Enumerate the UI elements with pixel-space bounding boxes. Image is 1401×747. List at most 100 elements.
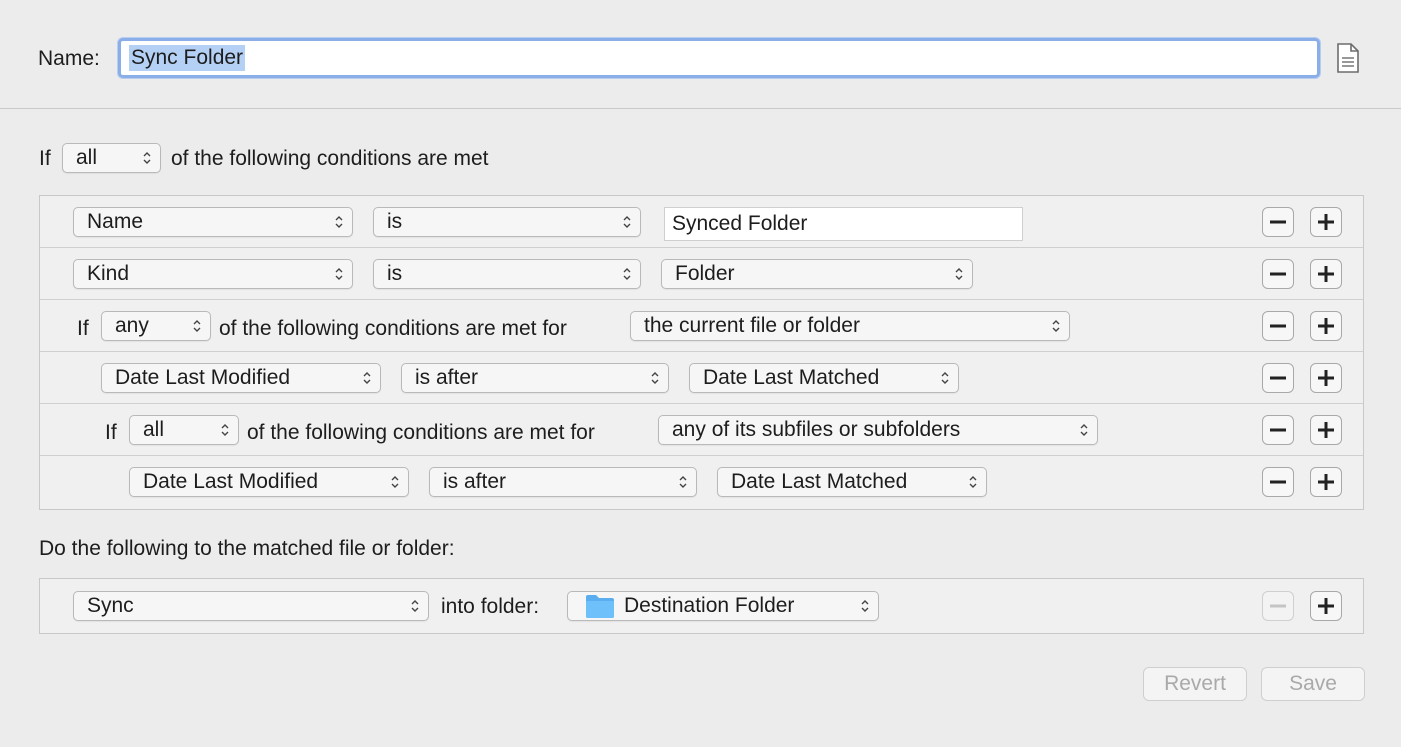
plus-icon (1318, 370, 1334, 386)
add-condition-button[interactable] (1310, 259, 1342, 289)
target-popup[interactable]: any of its subfiles or subfolders (658, 415, 1098, 445)
action-type-popup-value: Sync (87, 594, 134, 617)
condition-group-row: If any of the following conditions are m… (40, 300, 1363, 352)
field-popup-value: Name (87, 210, 144, 233)
minus-icon (1270, 480, 1286, 484)
match-all-popup[interactable]: all (62, 143, 161, 173)
plus-icon (1318, 598, 1334, 614)
conditions-suffix-label: of the following conditions are met (171, 147, 489, 170)
add-condition-button[interactable] (1310, 467, 1342, 497)
value-popup[interactable]: Date Last Matched (717, 467, 987, 497)
field-popup[interactable]: Kind (73, 259, 353, 289)
condition-row: Kind is Folder (40, 248, 1363, 300)
group-if-label: If (105, 421, 117, 444)
match-any-popup[interactable]: any (101, 311, 211, 341)
minus-icon (1270, 604, 1286, 608)
chevron-updown-icon (335, 216, 343, 228)
add-condition-button[interactable] (1310, 311, 1342, 341)
remove-condition-button[interactable] (1262, 467, 1294, 497)
actions-list: Sync into folder: Destination Folder (39, 578, 1364, 634)
field-popup-value: Kind (87, 262, 130, 285)
remove-condition-button[interactable] (1262, 311, 1294, 341)
chevron-updown-icon (955, 268, 963, 280)
add-action-button[interactable] (1310, 591, 1342, 621)
value-popup-value: Folder (675, 262, 735, 285)
conditions-list: Name is Synced Folder Kind is Folder If … (39, 195, 1364, 510)
field-popup[interactable]: Name (73, 207, 353, 237)
minus-icon (1270, 220, 1286, 224)
operator-popup-value: is after (415, 366, 479, 389)
chevron-updown-icon (969, 476, 977, 488)
remove-condition-button[interactable] (1262, 207, 1294, 237)
save-button[interactable]: Save (1261, 667, 1365, 701)
destination-folder-popup[interactable]: Destination Folder (567, 591, 879, 621)
value-input-text: Synced Folder (672, 212, 808, 235)
add-condition-button[interactable] (1310, 207, 1342, 237)
plus-icon (1318, 422, 1334, 438)
operator-popup[interactable]: is after (429, 467, 697, 497)
value-input[interactable]: Synced Folder (664, 207, 1023, 241)
chevron-updown-icon (623, 216, 631, 228)
remove-condition-button[interactable] (1262, 415, 1294, 445)
field-popup-value: Date Last Modified (143, 470, 319, 493)
action-type-popup[interactable]: Sync (73, 591, 429, 621)
condition-row: Date Last Modified is after Date Last Ma… (40, 352, 1363, 404)
operator-popup[interactable]: is after (401, 363, 669, 393)
value-popup-value: Date Last Matched (703, 366, 880, 389)
chevron-updown-icon (363, 372, 371, 384)
actions-header: Do the following to the matched file or … (39, 537, 455, 560)
chevron-updown-icon (335, 268, 343, 280)
add-condition-button[interactable] (1310, 415, 1342, 445)
target-popup[interactable]: the current file or folder (630, 311, 1070, 341)
field-popup-value: Date Last Modified (115, 366, 291, 389)
remove-action-button[interactable] (1262, 591, 1294, 621)
chevron-updown-icon (1080, 424, 1088, 436)
value-popup[interactable]: Folder (661, 259, 973, 289)
name-input[interactable]: Sync Folder (118, 38, 1320, 78)
plus-icon (1318, 474, 1334, 490)
chevron-updown-icon (143, 152, 151, 164)
remove-condition-button[interactable] (1262, 363, 1294, 393)
header-divider (0, 108, 1401, 109)
remove-condition-button[interactable] (1262, 259, 1294, 289)
target-popup-value: the current file or folder (644, 314, 860, 337)
minus-icon (1270, 324, 1286, 328)
revert-button[interactable]: Revert (1143, 667, 1247, 701)
match-all-popup-value: all (143, 418, 165, 441)
match-any-popup-value: any (115, 314, 149, 337)
chevron-updown-icon (941, 372, 949, 384)
plus-icon (1318, 214, 1334, 230)
chevron-updown-icon (221, 424, 229, 436)
match-all-popup-value: all (76, 146, 98, 169)
minus-icon (1270, 272, 1286, 276)
chevron-updown-icon (651, 372, 659, 384)
condition-group-row: If all of the following conditions are m… (40, 404, 1363, 456)
condition-row: Name is Synced Folder (40, 196, 1363, 248)
document-icon[interactable] (1336, 43, 1360, 73)
name-input-value: Sync Folder (129, 45, 246, 71)
operator-popup-value: is after (443, 470, 507, 493)
field-popup[interactable]: Date Last Modified (129, 467, 409, 497)
add-condition-button[interactable] (1310, 363, 1342, 393)
operator-popup[interactable]: is (373, 207, 641, 237)
folder-icon (586, 595, 614, 618)
chevron-updown-icon (1052, 320, 1060, 332)
chevron-updown-icon (391, 476, 399, 488)
value-popup[interactable]: Date Last Matched (689, 363, 959, 393)
conditions-if-label: If (39, 147, 51, 170)
condition-row: Date Last Modified is after Date Last Ma… (40, 456, 1363, 509)
chevron-updown-icon (623, 268, 631, 280)
group-if-label: If (77, 317, 89, 340)
chevron-updown-icon (193, 320, 201, 332)
chevron-updown-icon (861, 600, 869, 612)
operator-popup[interactable]: is (373, 259, 641, 289)
match-all-popup[interactable]: all (129, 415, 239, 445)
chevron-updown-icon (411, 600, 419, 612)
minus-icon (1270, 428, 1286, 432)
field-popup[interactable]: Date Last Modified (101, 363, 381, 393)
minus-icon (1270, 376, 1286, 380)
operator-popup-value: is (387, 262, 403, 285)
group-suffix-label: of the following conditions are met for (219, 317, 567, 340)
plus-icon (1318, 318, 1334, 334)
group-suffix-label: of the following conditions are met for (247, 421, 595, 444)
